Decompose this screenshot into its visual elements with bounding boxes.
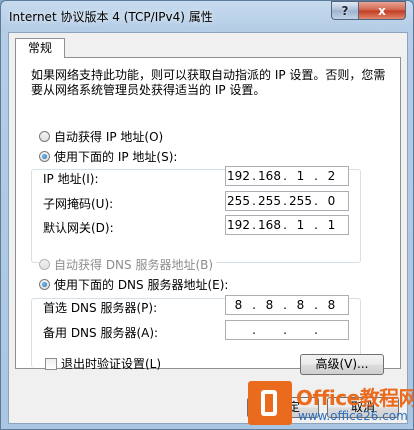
dialog-window: Internet 协议版本 4 (TCP/IPv4) 属性 ? x 常规 如果网… <box>0 0 414 430</box>
watermark: Office教程网 www.office26.com <box>246 379 414 429</box>
alternate-dns-label: 备用 DNS 服务器(A): <box>43 326 159 340</box>
checkbox-box <box>45 357 57 370</box>
radio-auto-ip[interactable]: 自动获得 IP 地址(O) <box>39 128 167 145</box>
radio-auto-dns[interactable]: 自动获得 DNS 服务器地址(B) <box>39 256 217 273</box>
ip-octet: 192 <box>227 169 250 183</box>
validate-on-exit-label: 退出时验证设置(L) <box>61 357 162 371</box>
default-gateway-label: 默认网关(D): <box>43 221 114 235</box>
subnet-mask-field[interactable]: 255. 255. 255. 0 <box>225 191 349 211</box>
advanced-button[interactable]: 高级(V)... <box>300 354 384 375</box>
office-logo-icon <box>248 381 292 425</box>
close-icon: x <box>378 3 386 18</box>
ip-octet: 8 <box>265 298 274 312</box>
tab-general[interactable]: 常规 <box>15 38 65 58</box>
preferred-dns-field[interactable]: 8. 8. 8. 8 <box>225 295 349 315</box>
ip-address-field[interactable]: 192. 168. 1. 2 <box>225 166 349 186</box>
ip-octet: 8 <box>327 298 336 312</box>
ip-octet: 168 <box>258 169 281 183</box>
subnet-mask-label: 子网掩码(U): <box>43 197 114 211</box>
default-gateway-field[interactable]: 192. 168. 1. 1 <box>225 215 349 235</box>
radio-auto-dns-label: 自动获得 DNS 服务器地址(B) <box>54 258 214 272</box>
radio-selected-icon <box>39 151 50 162</box>
title-bar[interactable]: Internet 协议版本 4 (TCP/IPv4) 属性 ? x <box>1 1 413 31</box>
radio-icon <box>39 259 50 270</box>
help-button[interactable]: ? <box>331 1 359 20</box>
tab-panel-general: 如果网络支持此功能，则可以获取自动指派的 IP 设置。否则，您需要从网络系统管理… <box>15 57 401 375</box>
radio-icon <box>39 131 50 142</box>
window-title: Internet 协议版本 4 (TCP/IPv4) 属性 <box>9 10 213 24</box>
ip-octet: 2 <box>327 169 336 183</box>
ip-octet: 8 <box>296 298 305 312</box>
dialog-client: 常规 如果网络支持此功能，则可以获取自动指派的 IP 设置。否则，您需要从网络系… <box>8 32 408 424</box>
ip-octet: 1 <box>327 218 336 232</box>
ip-octet: 255 <box>289 194 312 208</box>
watermark-title: Office教程网 <box>296 386 414 410</box>
watermark-url: www.office26.com <box>298 409 408 423</box>
ip-address-label: IP 地址(I): <box>43 172 99 186</box>
radio-selected-icon <box>39 279 50 290</box>
ip-octet: 192 <box>227 218 250 232</box>
validate-on-exit-checkbox[interactable]: 退出时验证设置(L) <box>45 355 161 372</box>
preferred-dns-label: 首选 DNS 服务器(P): <box>43 301 158 315</box>
radio-manual-dns-label: 使用下面的 DNS 服务器地址(E): <box>54 278 229 292</box>
radio-manual-ip-label: 使用下面的 IP 地址(S): <box>54 150 178 164</box>
radio-auto-ip-label: 自动获得 IP 地址(O) <box>54 130 164 144</box>
ip-octet: 255 <box>258 194 281 208</box>
radio-manual-ip[interactable]: 使用下面的 IP 地址(S): <box>39 148 181 165</box>
alternate-dns-field[interactable]: . . . <box>225 320 349 340</box>
ip-octet: 1 <box>296 169 305 183</box>
ip-octet: 168 <box>258 218 281 232</box>
ip-octet: 0 <box>327 194 336 208</box>
close-button[interactable]: x <box>358 1 406 20</box>
radio-manual-dns[interactable]: 使用下面的 DNS 服务器地址(E): <box>39 276 232 293</box>
help-icon: ? <box>341 3 349 18</box>
description-text: 如果网络支持此功能，则可以获取自动指派的 IP 设置。否则，您需要从网络系统管理… <box>31 68 386 97</box>
ip-octet: 255 <box>227 194 250 208</box>
ip-octet: 1 <box>296 218 305 232</box>
ip-octet: 8 <box>234 298 243 312</box>
